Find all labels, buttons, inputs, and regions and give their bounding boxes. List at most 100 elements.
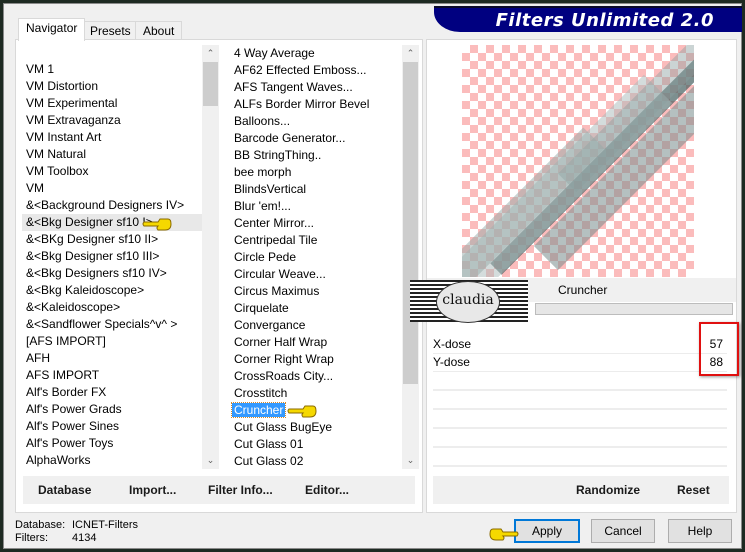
list-item[interactable]: Cut Glass BugEye <box>230 419 402 436</box>
list-item[interactable]: VM Extravaganza <box>22 112 202 129</box>
list-item-label: Circular Weave... <box>234 267 326 281</box>
filters-unlimited-window: Filters Unlimited 2.0 Navigator Presets … <box>3 3 742 549</box>
list-item[interactable]: &<BKg Designer sf10 II> <box>22 231 202 248</box>
editor-button[interactable]: Editor... <box>305 483 349 497</box>
preview-button-bar: Randomize Reset <box>433 476 729 504</box>
list-item[interactable]: AF62 Effected Emboss... <box>230 62 402 79</box>
list-item[interactable]: ALFs Border Mirror Bevel <box>230 96 402 113</box>
list-item[interactable]: Centripedal Tile <box>230 232 402 249</box>
list-item[interactable]: AlphaWorks <box>22 452 202 469</box>
list-item-label: 4 Way Average <box>234 46 315 60</box>
list-item[interactable]: VM <box>22 180 202 197</box>
list-item[interactable]: Blur 'em!... <box>230 198 402 215</box>
database-button[interactable]: Database <box>38 483 91 497</box>
navigator-button-bar: Database Import... Filter Info... Editor… <box>23 476 415 504</box>
list-item[interactable]: &<Bkg Designer sf10 III> <box>22 248 202 265</box>
list-item[interactable]: Balloons... <box>230 113 402 130</box>
list-item[interactable]: VM Experimental <box>22 95 202 112</box>
navigator-panel: VM 1 VM Distortion VM Experimental VM Extra… <box>15 39 423 513</box>
list-item-label: BB StringThing.. <box>234 148 322 162</box>
list-item[interactable]: Barcode Generator... <box>230 130 402 147</box>
cancel-button[interactable]: Cancel <box>591 519 655 543</box>
list-item[interactable]: VM Natural <box>22 146 202 163</box>
list-item-label: &<Bkg Designers sf10 IV> <box>26 266 167 280</box>
scroll-thumb[interactable] <box>203 62 218 106</box>
list-item[interactable]: Cut Glass 01 <box>230 436 402 453</box>
list-item-label: ALFs Border Mirror Bevel <box>234 97 370 111</box>
list-item[interactable]: &<Bkg Designer sf10 I> <box>22 214 202 231</box>
list-item[interactable]: Corner Right Wrap <box>230 351 402 368</box>
list-item[interactable]: Alf's Power Toys <box>22 435 202 452</box>
list-item[interactable]: Circus Maximus <box>230 283 402 300</box>
list-item-label: VM <box>26 181 44 195</box>
filter-info-button[interactable]: Filter Info... <box>208 483 273 497</box>
param-x-dose[interactable]: X-dose 57 <box>433 336 727 354</box>
param-y-dose[interactable]: Y-dose 88 <box>433 354 727 372</box>
list-item[interactable]: Cut Glass 02 <box>230 453 402 469</box>
list-item-label: AFS Tangent Waves... <box>234 80 353 94</box>
list-item[interactable]: VM Instant Art <box>22 129 202 146</box>
list-item[interactable]: AFH <box>22 350 202 367</box>
param-value[interactable]: 88 <box>710 354 723 371</box>
list-item[interactable]: VM Distortion <box>22 78 202 95</box>
list-item[interactable]: [AFS IMPORT] <box>22 333 202 350</box>
pointing-hand-icon <box>287 405 317 418</box>
scroll-up-icon[interactable]: ⌃ <box>402 45 419 62</box>
list-item[interactable]: Crosstitch <box>230 385 402 402</box>
list-item[interactable]: Convergance <box>230 317 402 334</box>
list-item[interactable]: VM 1 <box>22 61 202 78</box>
progress-bar <box>535 303 733 315</box>
list-item-label: VM Experimental <box>26 96 118 110</box>
list-item[interactable]: Alf's Border FX <box>22 384 202 401</box>
scroll-down-icon[interactable]: ⌄ <box>402 452 419 469</box>
list-item[interactable]: &<Background Designers IV> <box>22 197 202 214</box>
list-item[interactable]: Cirquelate <box>230 300 402 317</box>
list-item[interactable]: AFS IMPORT <box>22 367 202 384</box>
scroll-down-icon[interactable]: ⌄ <box>202 452 219 469</box>
list-item[interactable]: 4 Way Average <box>230 45 402 62</box>
watermark-logo: claudia <box>410 280 528 323</box>
list-item[interactable]: Alf's Power Grads <box>22 401 202 418</box>
list-item[interactable]: bee morph <box>230 164 402 181</box>
watermark-text: claudia <box>436 281 500 323</box>
param-value[interactable]: 57 <box>710 336 723 353</box>
list-item[interactable]: CrossRoads City... <box>230 368 402 385</box>
apply-button[interactable]: Apply <box>514 519 580 543</box>
tab-presets[interactable]: Presets <box>82 21 139 40</box>
list-item[interactable]: &<Bkg Kaleidoscope> <box>22 282 202 299</box>
list-item-label: Cruncher <box>230 402 287 418</box>
list-item[interactable]: &<Sandflower Specials^v^ > <box>22 316 202 333</box>
list-item[interactable]: Center Mirror... <box>230 215 402 232</box>
list-item[interactable]: &<Bkg Designers sf10 IV> <box>22 265 202 282</box>
list-item[interactable]: &<Kaleidoscope> <box>22 299 202 316</box>
param-empty-row <box>433 429 727 448</box>
tab-about[interactable]: About <box>135 21 183 40</box>
category-scrollbar[interactable]: ⌃ ⌄ <box>202 45 219 469</box>
filter-list[interactable]: 4 Way Average AF62 Effected Emboss... AFS … <box>230 45 419 469</box>
randomize-button[interactable]: Randomize <box>576 483 640 497</box>
scroll-thumb[interactable] <box>403 62 418 384</box>
current-filter-name: Cruncher <box>558 283 608 297</box>
list-item[interactable]: Corner Half Wrap <box>230 334 402 351</box>
list-item[interactable]: Circle Pede <box>230 249 402 266</box>
help-button[interactable]: Help <box>668 519 732 543</box>
parameter-list: X-dose 57 Y-dose 88 <box>433 336 727 486</box>
list-item-label: VM Natural <box>26 147 87 161</box>
list-item[interactable]: VM Toolbox <box>22 163 202 180</box>
list-item[interactable]: Alf's Power Sines <box>22 418 202 435</box>
reset-button[interactable]: Reset <box>677 483 710 497</box>
param-label: Y-dose <box>433 355 470 369</box>
title-banner: Filters Unlimited 2.0 <box>434 6 742 32</box>
list-item-label: VM Distortion <box>26 79 99 93</box>
scroll-up-icon[interactable]: ⌃ <box>202 45 219 62</box>
category-list[interactable]: VM 1 VM Distortion VM Experimental VM Extra… <box>22 45 219 469</box>
list-item[interactable]: BlindsVertical <box>230 181 402 198</box>
import-button[interactable]: Import... <box>129 483 176 497</box>
filter-scrollbar[interactable]: ⌃ ⌄ <box>402 45 419 469</box>
list-item[interactable]: BB StringThing.. <box>230 147 402 164</box>
list-item-label: &<BKg Designer sf10 II> <box>26 232 159 246</box>
list-item-label: AFH <box>26 351 50 365</box>
list-item[interactable]: AFS Tangent Waves... <box>230 79 402 96</box>
list-item[interactable]: Circular Weave... <box>230 266 402 283</box>
tab-navigator[interactable]: Navigator <box>18 18 86 41</box>
